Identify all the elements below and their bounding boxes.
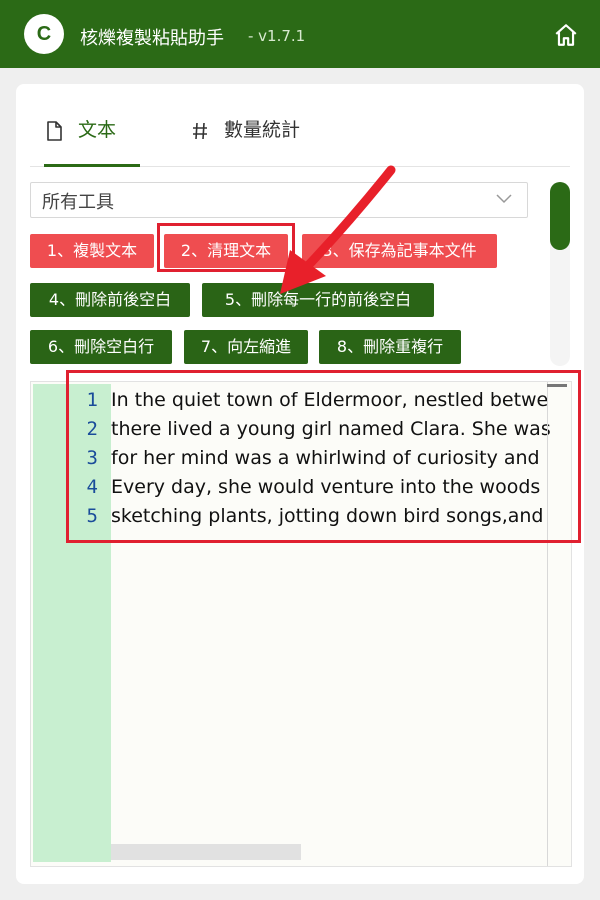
copy-text-button[interactable]: 1、複製文本	[30, 234, 154, 268]
editor-horizontal-scrollbar[interactable]	[111, 844, 301, 860]
trim-whitespace-button[interactable]: 4、刪除前後空白	[30, 283, 190, 317]
hash-icon	[193, 122, 207, 140]
document-icon	[47, 121, 62, 141]
tab-text[interactable]: 文本	[44, 118, 140, 167]
annotation-text-box	[66, 370, 581, 543]
remove-duplicate-lines-button[interactable]: 8、刪除重複行	[319, 330, 461, 364]
indent-left-button[interactable]: 7、向左縮進	[184, 330, 308, 364]
home-icon[interactable]	[553, 22, 579, 48]
tab-statistics-label: 數量統計	[224, 119, 301, 141]
tab-text-label: 文本	[78, 119, 117, 141]
panel-scrollbar-thumb[interactable]	[550, 182, 570, 250]
app-title: 核爍複製粘貼助手	[80, 28, 224, 49]
tab-statistics[interactable]: 數量統計	[190, 118, 330, 164]
annotation-arrow-icon	[280, 165, 396, 294]
remove-blank-lines-button[interactable]: 6、刪除空白行	[30, 330, 172, 364]
chevron-down-icon	[496, 194, 512, 204]
tool-filter-value: 所有工具	[42, 192, 114, 213]
app-version: - v1.7.1	[248, 27, 306, 45]
tab-bar: 文本 數量統計	[30, 84, 570, 167]
title-bar: C 核爍複製粘貼助手 - v1.7.1	[0, 0, 600, 68]
app-logo: C	[24, 14, 64, 54]
